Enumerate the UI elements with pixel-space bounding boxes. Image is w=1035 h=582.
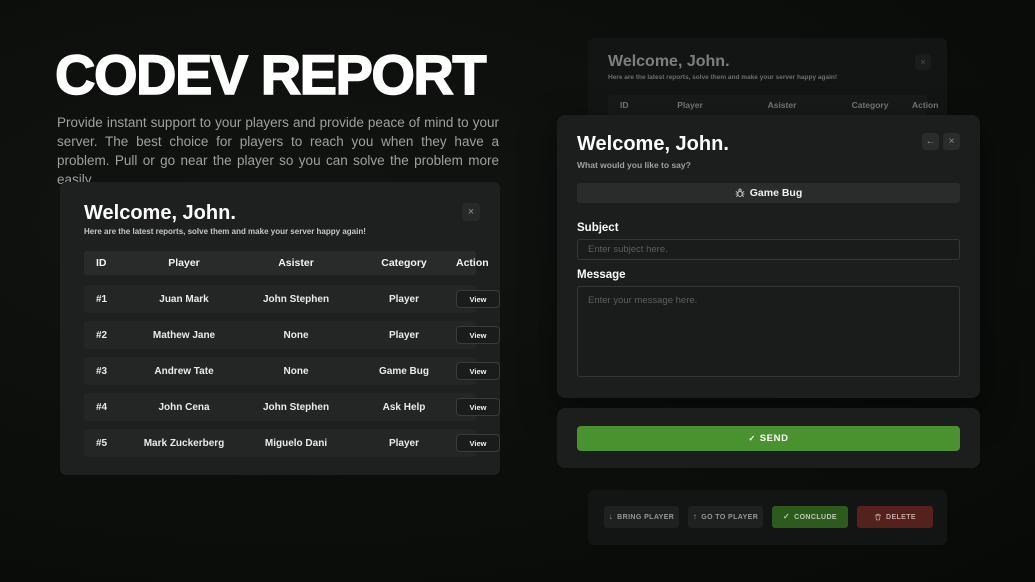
- cell-category: Game Bug: [352, 366, 456, 377]
- arrow-up-icon: ↑: [693, 513, 697, 521]
- arrow-down-icon: ↓: [609, 513, 613, 521]
- back-button[interactable]: ←: [922, 133, 939, 150]
- message-textarea[interactable]: [577, 286, 960, 377]
- cell-category: Ask Help: [352, 402, 456, 413]
- cell-category: Player: [352, 438, 456, 449]
- header-asister: Asister: [240, 257, 352, 269]
- page-title: CODEV REPORT: [55, 44, 485, 106]
- header-id: ID: [608, 100, 644, 110]
- cell-id: #2: [84, 330, 128, 341]
- header-id: ID: [84, 257, 128, 269]
- check-icon: ✓: [748, 435, 755, 443]
- table-header-row: ID Player Asister Category Action: [84, 251, 476, 275]
- header-action: Action: [912, 100, 938, 110]
- close-button[interactable]: ×: [915, 54, 931, 70]
- header-category: Category: [352, 257, 456, 269]
- delete-label: DELETE: [886, 514, 916, 521]
- send-button[interactable]: ✓ SEND: [577, 426, 960, 451]
- send-panel: ✓ SEND: [557, 408, 980, 468]
- back-arrow-icon: ←: [926, 137, 936, 147]
- cell-player: John Cena: [128, 402, 240, 413]
- cell-player: Mathew Jane: [128, 330, 240, 341]
- subject-input[interactable]: [577, 239, 960, 260]
- report-action-panel: ↓ BRING PLAYER ↑ GO TO PLAYER ✓ CONCLUDE…: [588, 490, 947, 545]
- cell-asister: John Stephen: [240, 402, 352, 413]
- reports-panel: Welcome, John. Here are the latest repor…: [60, 182, 500, 475]
- header-asister: Asister: [736, 100, 828, 110]
- close-icon: ×: [468, 207, 474, 218]
- page-description: Provide instant support to your players …: [57, 113, 499, 189]
- trash-icon: [874, 513, 882, 521]
- table-row: #1 Juan Mark John Stephen Player View: [84, 285, 476, 313]
- compose-modal-subtitle: What would you like to say?: [577, 160, 691, 170]
- close-icon: ×: [949, 137, 955, 147]
- cell-id: #1: [84, 294, 128, 305]
- go-to-player-label: GO TO PLAYER: [701, 514, 758, 521]
- reports-panel-subtitle: Here are the latest reports, solve them …: [84, 227, 366, 236]
- view-button[interactable]: View: [456, 290, 500, 308]
- table-row: #5 Mark Zuckerberg Miguelo Dani Player V…: [84, 429, 476, 457]
- cell-category: Player: [352, 330, 456, 341]
- header-player: Player: [128, 257, 240, 269]
- header-action: Action: [456, 257, 489, 269]
- close-button[interactable]: ×: [462, 203, 480, 221]
- category-game-bug-button[interactable]: Game Bug: [577, 183, 960, 203]
- bug-icon: [735, 188, 745, 198]
- close-icon: ×: [920, 58, 925, 67]
- background-reports-panel: Welcome, John. Here are the latest repor…: [588, 38, 947, 122]
- cell-asister: John Stephen: [240, 294, 352, 305]
- delete-button[interactable]: DELETE: [857, 506, 933, 528]
- cell-id: #4: [84, 402, 128, 413]
- close-button[interactable]: ×: [943, 133, 960, 150]
- compose-modal-title: Welcome, John.: [577, 133, 729, 156]
- reports-panel-title: Welcome, John.: [84, 202, 236, 225]
- check-icon: ✓: [783, 513, 790, 521]
- message-label: Message: [577, 269, 626, 281]
- view-button[interactable]: View: [456, 398, 500, 416]
- table-row: #3 Andrew Tate None Game Bug View: [84, 357, 476, 385]
- cell-player: Juan Mark: [128, 294, 240, 305]
- send-button-label: SEND: [760, 433, 789, 444]
- conclude-label: CONCLUDE: [794, 514, 837, 521]
- background-table-header-row: ID Player Asister Category Action: [608, 95, 927, 115]
- cell-player: Mark Zuckerberg: [128, 438, 240, 449]
- header-player: Player: [644, 100, 736, 110]
- cell-category: Player: [352, 294, 456, 305]
- compose-modal: Welcome, John. What would you like to sa…: [557, 115, 980, 398]
- subject-label: Subject: [577, 222, 619, 234]
- table-row: #4 John Cena John Stephen Ask Help View: [84, 393, 476, 421]
- cell-asister: None: [240, 330, 352, 341]
- view-button[interactable]: View: [456, 326, 500, 344]
- category-button-label: Game Bug: [750, 187, 803, 199]
- header-category: Category: [828, 100, 912, 110]
- view-button[interactable]: View: [456, 434, 500, 452]
- cell-asister: None: [240, 366, 352, 377]
- bring-player-label: BRING PLAYER: [617, 514, 674, 521]
- cell-asister: Miguelo Dani: [240, 438, 352, 449]
- go-to-player-button[interactable]: ↑ GO TO PLAYER: [688, 506, 763, 528]
- conclude-button[interactable]: ✓ CONCLUDE: [772, 506, 848, 528]
- bring-player-button[interactable]: ↓ BRING PLAYER: [604, 506, 679, 528]
- cell-player: Andrew Tate: [128, 366, 240, 377]
- cell-id: #3: [84, 366, 128, 377]
- view-button[interactable]: View: [456, 362, 500, 380]
- background-panel-subtitle: Here are the latest reports, solve them …: [608, 74, 837, 81]
- table-row: #2 Mathew Jane None Player View: [84, 321, 476, 349]
- background-panel-title: Welcome, John.: [608, 53, 730, 71]
- cell-id: #5: [84, 438, 128, 449]
